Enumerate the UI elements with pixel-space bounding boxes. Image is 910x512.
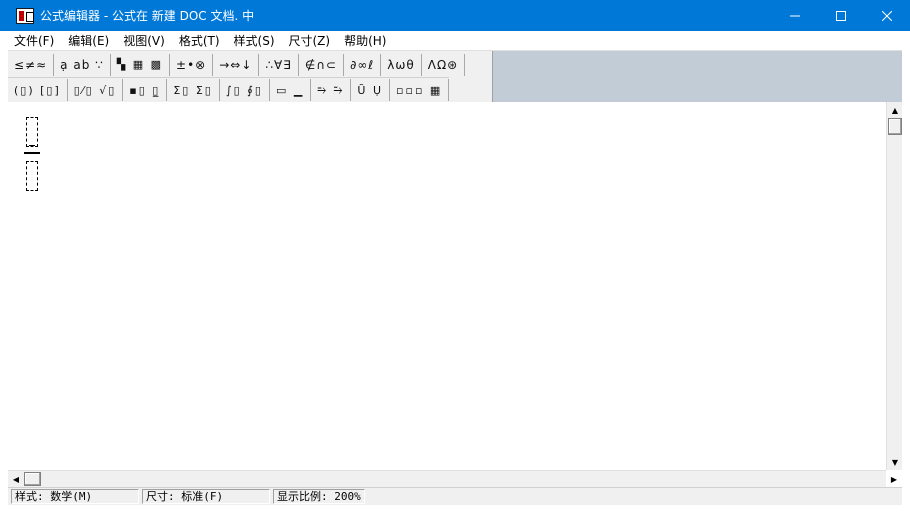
arrow-symbols-button[interactable]: →⇔↓ (213, 53, 260, 76)
insertion-cursor (29, 145, 35, 146)
window-frame-right (902, 31, 910, 512)
equation-editor-app-icon[interactable] (16, 7, 34, 24)
scroll-left-arrow-icon[interactable]: ◀ (8, 471, 24, 488)
horizontal-scrollbar[interactable]: ◀ ▶ (8, 470, 897, 488)
menu-edit[interactable]: 编辑(E) (61, 31, 116, 51)
menu-bar: 文件(F) 编辑(E) 视图(V) 格式(T) 样式(S) 尺寸(Z) 帮助(H… (8, 31, 902, 51)
symbol-palette-row: ≤≠≈ ạ ab ∵ ▚ ▦ ▩ ±•⊗ →⇔↓ ∴∀∃ ∉∩⊂ ∂∞ℓ λωθ… (8, 52, 466, 77)
spaces-ellipses-button[interactable]: ạ ab ∵ (54, 53, 111, 76)
status-zoom: 显示比例: 200% (273, 489, 365, 504)
equation-toolbar: ≤≠≈ ạ ab ∵ ▚ ▦ ▩ ±•⊗ →⇔↓ ∴∀∃ ∉∩⊂ ∂∞ℓ λωθ… (8, 51, 493, 102)
title-bar[interactable]: 公式编辑器 - 公式在 新建 DOC 文档. 中 (0, 0, 910, 31)
window-controls (772, 0, 910, 31)
fraction-bar (24, 152, 40, 154)
horizontal-scroll-thumb[interactable] (24, 472, 41, 486)
summation-templates-button[interactable]: Σ▯ Σ▯ (167, 79, 220, 101)
menu-help[interactable]: 帮助(H) (337, 31, 393, 51)
operator-symbols-button[interactable]: ±•⊗ (170, 53, 214, 76)
logical-symbols-button[interactable]: ∴∀∃ (259, 53, 299, 76)
fence-templates-button[interactable]: (▯) [▯] (8, 79, 68, 101)
integral-templates-button[interactable]: ∫▯ ∮▯ (220, 79, 270, 101)
numerator-slot[interactable] (26, 117, 38, 147)
menu-view[interactable]: 视图(V) (116, 31, 172, 51)
maximize-icon (836, 10, 846, 21)
labeled-arrow-templates-button[interactable]: ⥱ ⥲ (311, 79, 352, 101)
misc-symbols-button[interactable]: ∂∞ℓ (344, 53, 382, 76)
vertical-scrollbar[interactable]: ▲ ▼ (886, 102, 902, 470)
embellishments-button[interactable]: ▚ ▦ ▩ (111, 53, 171, 76)
status-bar: 样式: 数学(M) 尺寸: 标准(F) 显示比例: 200% (8, 487, 902, 505)
minimize-button[interactable] (772, 0, 818, 31)
menu-file[interactable]: 文件(F) (8, 31, 61, 51)
scroll-up-arrow-icon[interactable]: ▲ (887, 102, 903, 118)
menu-format[interactable]: 格式(T) (172, 31, 227, 51)
template-palette-row: (▯) [▯] ▯⁄▯ √▯ ▪▯ ▯̲ Σ▯ Σ▯ ∫▯ ∮▯ ▭ ▁ ⥱ ⥲… (8, 77, 450, 102)
relational-symbols-button[interactable]: ≤≠≈ (8, 53, 55, 76)
close-button[interactable] (864, 0, 910, 31)
status-style: 样式: 数学(M) (11, 489, 139, 504)
menu-size[interactable]: 尺寸(Z) (282, 31, 338, 51)
window-frame-left (0, 31, 8, 512)
matrix-templates-button[interactable]: ▫▫▫ ▦ (390, 79, 450, 101)
maximize-button[interactable] (818, 0, 864, 31)
underbar-overbar-templates-button[interactable]: ▭ ▁ (270, 79, 312, 101)
products-set-theory-templates-button[interactable]: Ũ Ụ (351, 79, 391, 101)
scroll-down-arrow-icon[interactable]: ▼ (887, 454, 903, 470)
menu-style[interactable]: 样式(S) (227, 31, 282, 51)
window-title: 公式编辑器 - 公式在 新建 DOC 文档. 中 (40, 9, 255, 23)
vertical-scroll-thumb[interactable] (888, 118, 902, 135)
toolbar-area: ≤≠≈ ạ ab ∵ ▚ ▦ ▩ ±•⊗ →⇔↓ ∴∀∃ ∉∩⊂ ∂∞ℓ λωθ… (8, 51, 902, 102)
greek-lowercase-button[interactable]: λωθ (381, 53, 422, 76)
denominator-slot[interactable] (26, 161, 38, 191)
equation-editing-area[interactable] (8, 102, 886, 470)
scroll-right-arrow-icon[interactable]: ▶ (886, 471, 902, 488)
window-frame-bottom (0, 505, 910, 512)
subscript-superscript-templates-button[interactable]: ▪▯ ▯̲ (123, 79, 168, 101)
minimize-icon (790, 15, 800, 16)
fraction-radical-templates-button[interactable]: ▯⁄▯ √▯ (68, 79, 124, 101)
close-icon (882, 10, 892, 21)
status-size: 尺寸: 标准(F) (142, 489, 270, 504)
set-theory-symbols-button[interactable]: ∉∩⊂ (299, 53, 345, 76)
greek-uppercase-button[interactable]: ΛΩ⊛ (422, 53, 466, 76)
